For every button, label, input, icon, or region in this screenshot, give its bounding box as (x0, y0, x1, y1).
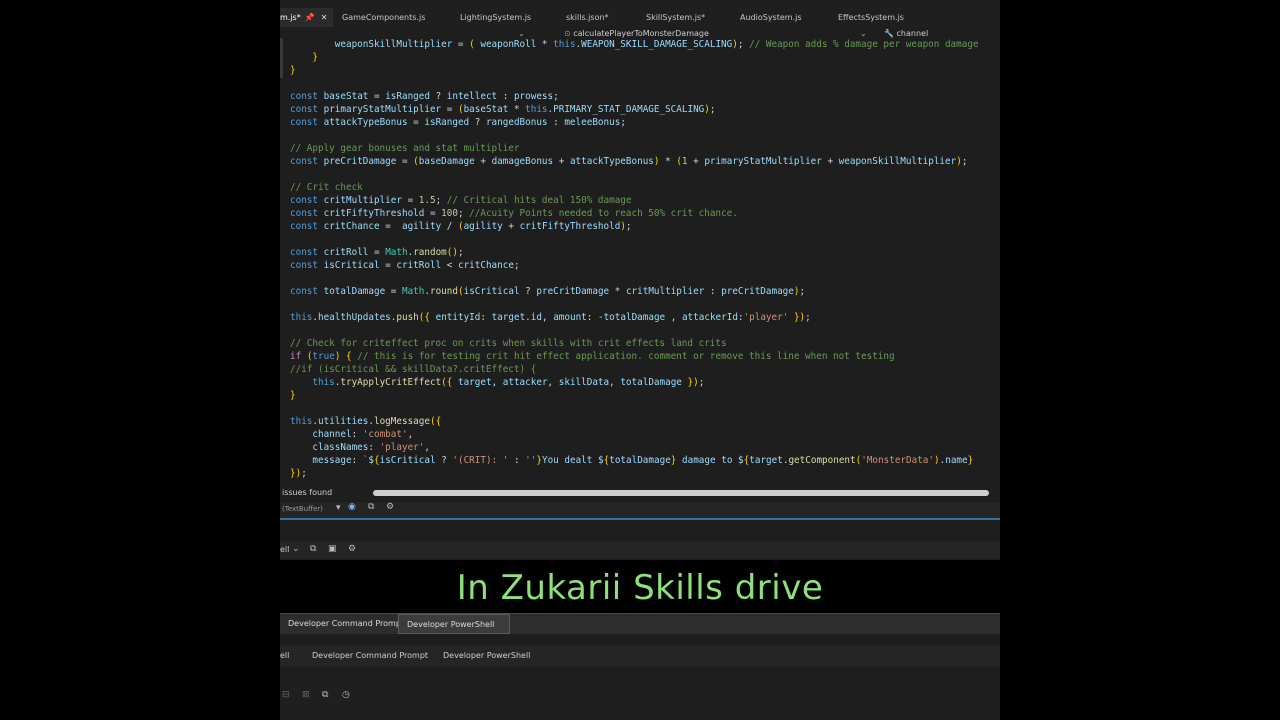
ide-window: m.js* 📌 ✕ GameComponents.js LightingSystem… (280, 0, 1000, 720)
tab-label: Developer PowerShell (407, 620, 495, 629)
chevron-down-icon[interactable]: ⌄ (292, 544, 300, 554)
layout-icon[interactable]: ⧉ (322, 690, 328, 700)
panel-toolbar: ell ⌄ ⧉ ▣ ⚙ (280, 541, 1000, 559)
tab-label: Developer Command Prompt (288, 619, 405, 628)
tab-label: SkillSystem.js* (646, 13, 706, 22)
output-toolbar: (TextBuffer) ▾ ◉ ⧉ ⚙ (280, 502, 1000, 520)
issues-status[interactable]: issues found (282, 488, 332, 497)
video-caption: In Zukarii Skills drive (280, 560, 1000, 613)
tab-label: EffectsSystem.js (838, 13, 904, 22)
tab-lightingsystem[interactable]: LightingSystem.js (460, 8, 531, 27)
tab-developer-command-prompt[interactable]: Developer Command Prompt (280, 614, 412, 634)
chevron-down-icon[interactable]: ⌄ (860, 29, 867, 38)
clear-icon[interactable]: ⊠ (302, 690, 310, 700)
tab-label: AudioSystem.js (740, 13, 802, 22)
tab-label: LightingSystem.js (460, 13, 532, 22)
editor-tab-bar: m.js* 📌 ✕ GameComponents.js LightingSystem… (280, 8, 1000, 28)
tab-label: GameComponents.js (342, 13, 426, 22)
tab-label: m.js* (280, 13, 301, 22)
function-icon: ⊙ (564, 29, 571, 38)
tab-developer-command-prompt[interactable]: Developer Command Prompt (312, 651, 428, 660)
change-marker (280, 38, 283, 78)
refresh-icon[interactable]: ◉ (348, 502, 356, 512)
caption-text: In Zukarii Skills drive (456, 568, 824, 608)
tab-gamecomponents[interactable]: GameComponents.js (342, 8, 425, 27)
split-icon[interactable]: ⊟ (282, 690, 290, 700)
terminal-secondary-bar: ell Developer Command Prompt Developer P… (280, 645, 1000, 667)
terminal-toolbar: ⊟ ⊠ ⧉ ◷ (280, 685, 1000, 707)
tab-active-file[interactable]: m.js* 📌 ✕ (280, 8, 334, 27)
horizontal-scrollbar[interactable] (373, 490, 989, 496)
tab-developer-powershell[interactable]: Developer PowerShell (398, 614, 510, 634)
shell-label: ell (280, 545, 290, 554)
copy-icon[interactable]: ⧉ (310, 544, 316, 554)
shell-label: ell (280, 651, 290, 660)
gear-icon[interactable]: ⚙ (348, 544, 356, 554)
tab-effectssystem[interactable]: EffectsSystem.js (838, 8, 904, 27)
buffer-label: (TextBuffer) (282, 505, 323, 513)
terminal-tab-bar: Developer Command Prompt Developer Power… (280, 613, 1000, 634)
wrench-icon: 🔧 (884, 29, 894, 38)
paste-icon[interactable]: ▣ (328, 544, 337, 554)
tab-developer-powershell[interactable]: Developer PowerShell (443, 651, 530, 660)
tab-label: skills.json* (566, 13, 609, 22)
member-dropdown[interactable]: 🔧 channel (884, 29, 928, 38)
code-editor[interactable]: weaponSkillMultiplier = ( weaponRoll * t… (280, 38, 1000, 485)
chevron-down-icon[interactable]: ⌄ (518, 29, 525, 38)
tab-skills-json[interactable]: skills.json* (566, 8, 609, 27)
tab-audiosystem[interactable]: AudioSystem.js (740, 8, 802, 27)
copy-icon[interactable]: ⧉ (368, 502, 374, 512)
tab-skillsystem[interactable]: SkillSystem.js* (646, 8, 705, 27)
settings-icon[interactable]: ⚙ (386, 502, 394, 512)
clock-icon[interactable]: ◷ (342, 690, 350, 700)
buffer-name: TextBuffer (284, 505, 321, 513)
close-icon[interactable]: ✕ (321, 13, 328, 22)
function-dropdown[interactable]: ⊙ calculatePlayerToMonsterDamage (564, 29, 709, 38)
chevron-down-icon[interactable]: ▾ (336, 503, 341, 513)
member-label: channel (896, 29, 929, 38)
editor-status-bar: issues found (280, 486, 1000, 500)
function-label: calculatePlayerToMonsterDamage (573, 29, 709, 38)
code-text[interactable]: weaponSkillMultiplier = ( weaponRoll * t… (290, 38, 979, 480)
pin-icon[interactable]: 📌 (305, 13, 315, 22)
